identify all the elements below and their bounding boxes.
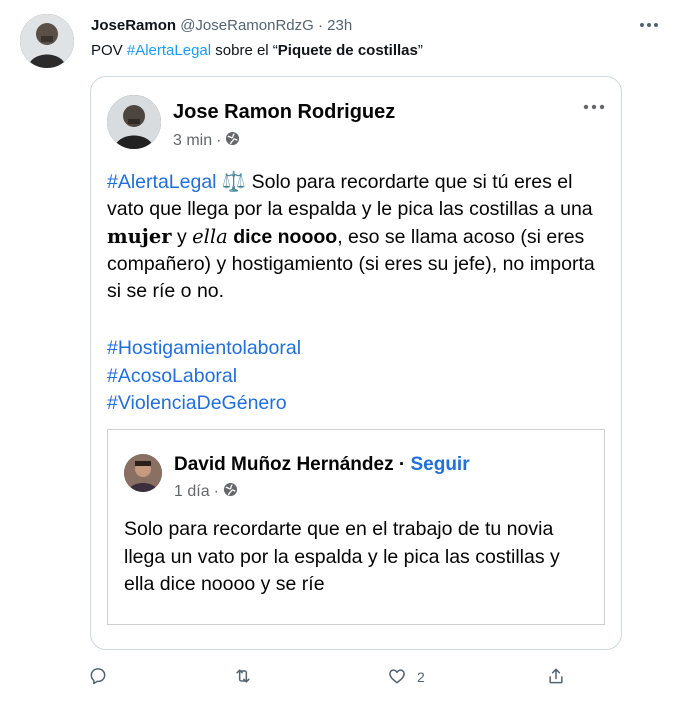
fb-post-time: 3 min: [173, 132, 213, 149]
follow-link: Seguir: [410, 454, 470, 475]
shared-post-header: David Muñoz Hernández · Seguir: [174, 454, 470, 476]
globe-icon: [223, 482, 238, 502]
fb-author-name: Jose Ramon Rodriguez: [173, 101, 396, 123]
shared-separator: ·: [398, 454, 406, 475]
tweet-handle[interactable]: @JoseRamonRdzG: [180, 17, 314, 34]
tweet-text-middle: sobre el: [211, 42, 273, 59]
retweet-icon: [233, 666, 253, 689]
shared-author-name: David Muñoz Hernández: [174, 454, 394, 475]
fb-hashtag-list: #Hostigamientolaboral #AcosoLaboral #Vio…: [107, 335, 301, 418]
attached-image[interactable]: Jose Ramon Rodriguez 3 min · #AlertaLega…: [90, 76, 622, 650]
shared-author-avatar: [124, 454, 162, 492]
share-icon: [546, 666, 566, 689]
shared-post-card: David Muñoz Hernández · Seguir 1 día · S…: [107, 429, 605, 625]
fb-hashtag-alertalegal: #AlertaLegal: [107, 171, 217, 193]
fb-hashtag-violencia: #ViolenciaDeGénero: [107, 392, 287, 414]
fb-meta-separator: ·: [216, 132, 222, 149]
header-separator: ·: [317, 17, 323, 34]
tweet-display-name[interactable]: JoseRamon: [91, 17, 176, 34]
like-count: 2: [417, 669, 425, 685]
fb-word-dice: dice noooo: [227, 226, 338, 248]
tweet-header: JoseRamon @JoseRamonRdzG · 23h: [91, 17, 352, 34]
fb-text-part-2: y: [171, 226, 193, 248]
retweet-button[interactable]: [233, 664, 263, 690]
fb-word-ella: ella: [192, 225, 228, 248]
tweet-text: POV #AlertaLegal sobre el “Piquete de co…: [91, 42, 423, 59]
more-options-icon[interactable]: [636, 12, 662, 38]
fb-author-avatar: [107, 95, 161, 149]
fb-post-meta: 3 min ·: [173, 131, 240, 151]
shared-meta-separator: ·: [213, 483, 219, 500]
quote-close: ”: [417, 42, 423, 59]
heart-icon: [387, 666, 407, 689]
fb-hashtag-acoso: #AcosoLaboral: [107, 364, 238, 387]
reply-button[interactable]: [88, 664, 118, 690]
like-button[interactable]: 2: [387, 664, 425, 690]
tweet-action-bar: 2: [0, 664, 683, 690]
tweet-hashtag-alertalegal[interactable]: #AlertaLegal: [127, 42, 211, 59]
tweet-text-prefix: POV: [91, 42, 127, 59]
tweet-author-avatar[interactable]: [20, 14, 74, 68]
globe-icon: [225, 131, 240, 151]
scales-emoji: ⚖️: [221, 171, 247, 193]
fb-hashtag-hostigamiento: #Hostigamientolaboral: [107, 337, 302, 359]
shared-post-meta: 1 día ·: [174, 482, 238, 502]
reply-icon: [88, 666, 108, 689]
fb-more-icon: [581, 97, 607, 117]
tweet-bold-phrase: Piquete de costillas: [277, 42, 418, 59]
share-button[interactable]: [546, 664, 566, 690]
fb-post-body: #AlertaLegal ⚖️ Solo para recordarte que…: [107, 169, 607, 305]
shared-post-time: 1 día: [174, 483, 210, 500]
fb-word-mujer: mujer: [107, 225, 172, 248]
tweet-timestamp[interactable]: 23h: [327, 17, 352, 34]
shared-post-text: Solo para recordarte que en el trabajo d…: [124, 518, 560, 595]
